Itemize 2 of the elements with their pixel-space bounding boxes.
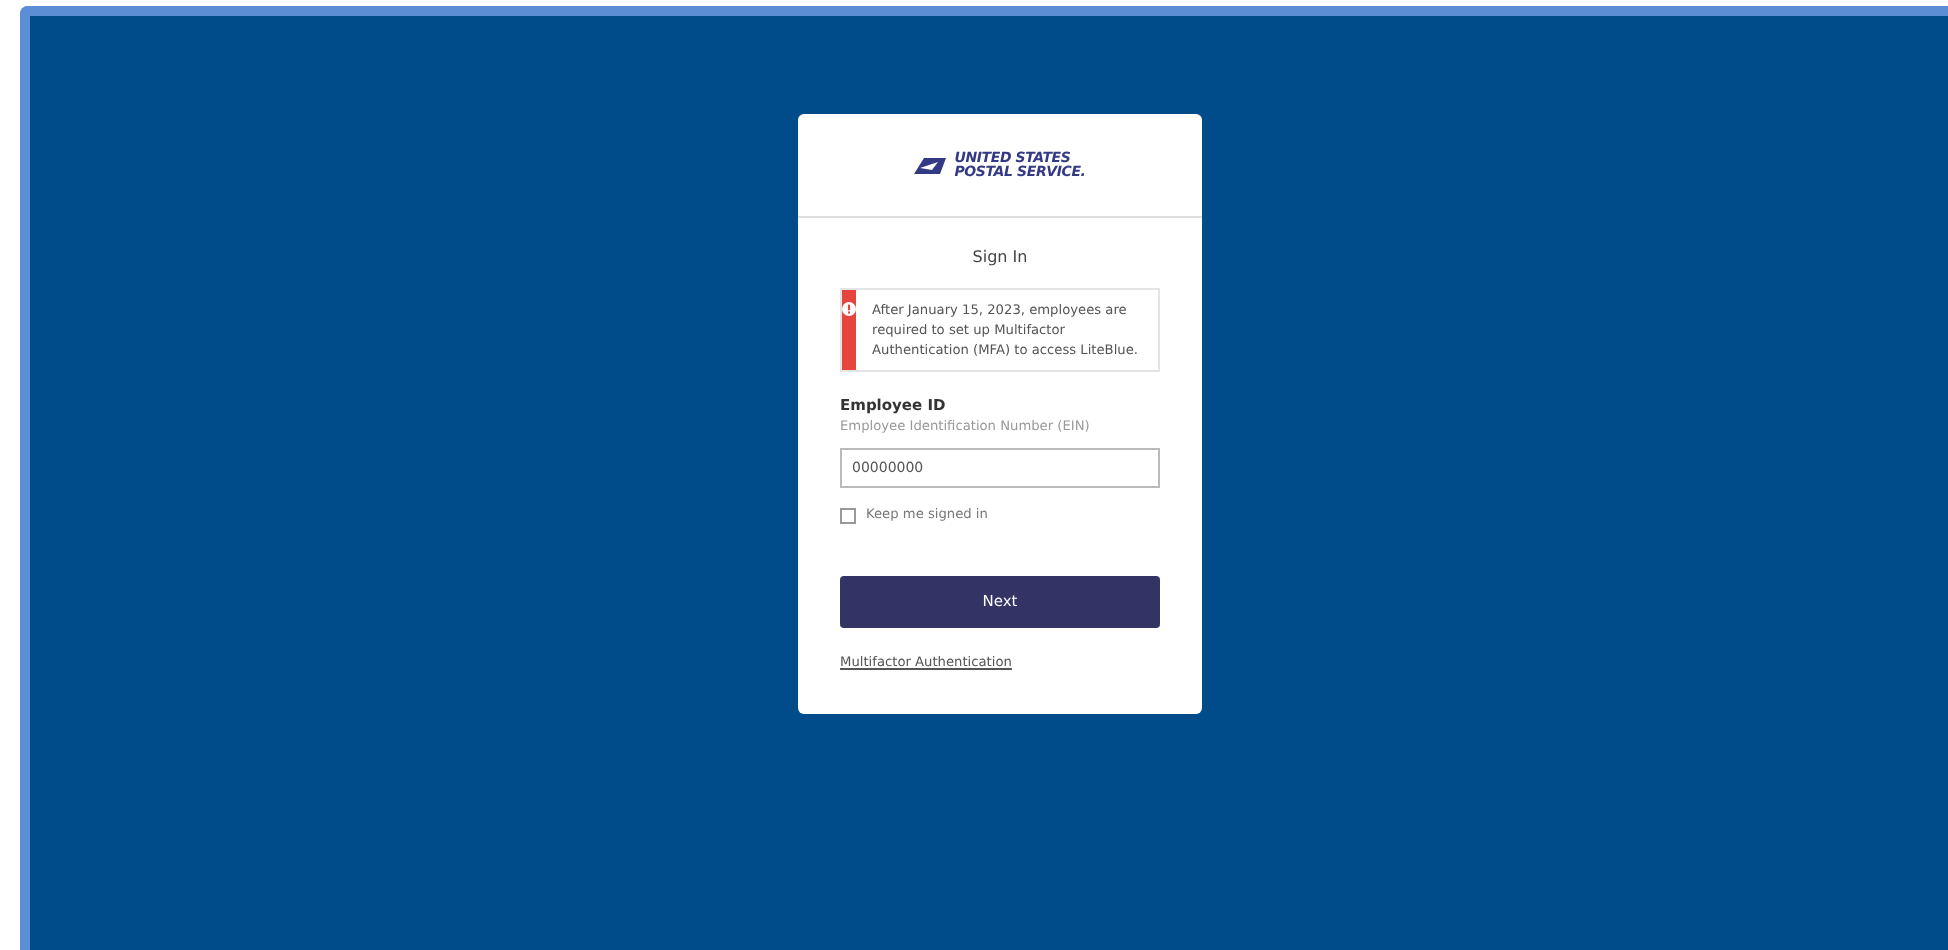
checkbox[interactable] xyxy=(840,508,856,525)
form-title: Sign In xyxy=(970,246,1030,270)
